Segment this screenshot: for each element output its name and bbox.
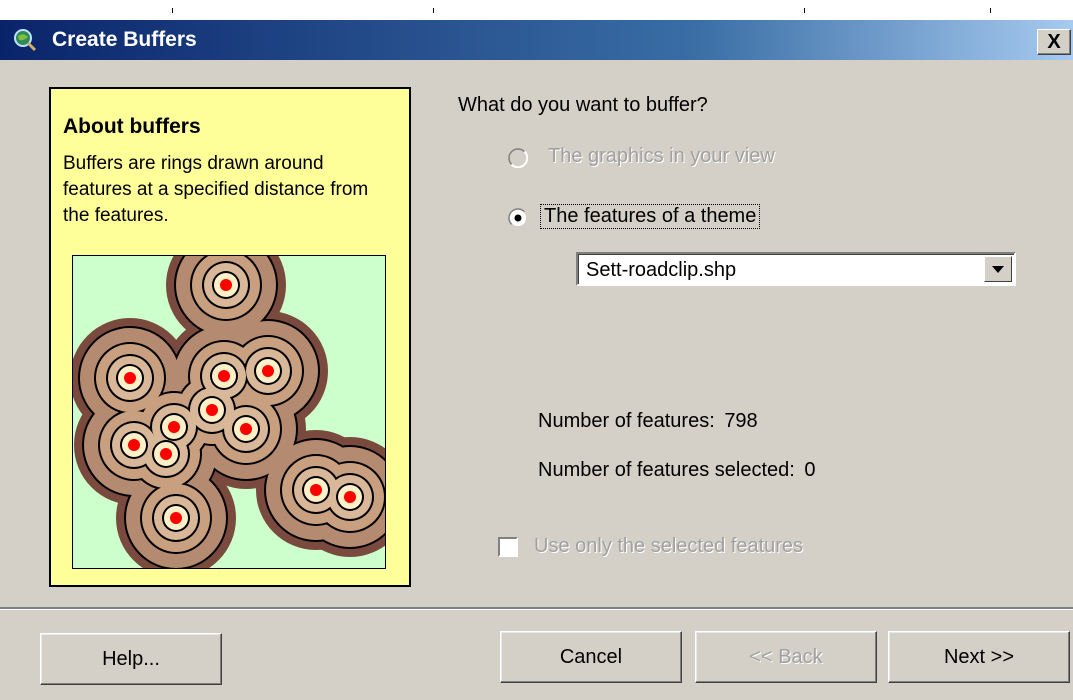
- feature-point: [220, 279, 232, 291]
- radio-features[interactable]: [508, 208, 528, 228]
- radio-features-label[interactable]: The features of a theme: [540, 204, 761, 229]
- strip-tick: [433, 8, 434, 13]
- dropdown-button[interactable]: [984, 256, 1012, 282]
- help-button[interactable]: Help...: [40, 633, 222, 685]
- strip-tick: [172, 8, 173, 13]
- features-count-row: Number of features: 798: [538, 410, 758, 433]
- theme-select-value: Sett-roadclip.shp: [586, 259, 737, 281]
- feature-point: [170, 512, 182, 524]
- use-selected-label[interactable]: Use only the selected features: [534, 535, 803, 558]
- background-strip: [0, 0, 1073, 20]
- feature-point: [262, 365, 274, 377]
- radio-graphics[interactable]: [508, 148, 528, 168]
- selected-count-row: Number of features selected: 0: [538, 459, 815, 482]
- strip-tick: [990, 8, 991, 13]
- features-count-label: Number of features:: [538, 410, 715, 432]
- globe-magnifier-icon: [14, 29, 37, 52]
- window-title: Create Buffers: [52, 28, 197, 51]
- next-button[interactable]: Next >>: [888, 631, 1070, 683]
- buffer-illustration: [72, 255, 386, 569]
- selected-count-value: 0: [804, 459, 816, 481]
- feature-point: [240, 423, 252, 435]
- feature-point: [124, 372, 136, 384]
- separator: [0, 607, 1073, 610]
- cancel-button[interactable]: Cancel: [500, 631, 682, 683]
- feature-point: [128, 439, 140, 451]
- feature-point: [344, 491, 356, 503]
- buffer-question: What do you want to buffer?: [458, 94, 708, 116]
- radio-graphics-label[interactable]: The graphics in your view: [548, 145, 775, 168]
- about-text: Buffers are rings drawn around features …: [63, 153, 369, 226]
- use-selected-checkbox[interactable]: [498, 537, 518, 557]
- theme-select[interactable]: Sett-roadclip.shp: [576, 252, 1016, 286]
- feature-point: [310, 484, 322, 496]
- back-button[interactable]: << Back: [695, 631, 877, 683]
- chevron-down-icon: [992, 266, 1004, 273]
- feature-point: [168, 421, 180, 433]
- feature-point: [206, 404, 218, 416]
- feature-point: [218, 370, 230, 382]
- title-bar: Create Buffers X: [0, 20, 1073, 60]
- close-button[interactable]: X: [1037, 29, 1071, 55]
- about-heading: About buffers: [63, 115, 201, 138]
- strip-tick: [804, 8, 805, 13]
- about-panel: About buffers Buffers are rings drawn ar…: [49, 87, 411, 587]
- features-count-value: 798: [724, 410, 758, 432]
- selected-count-label: Number of features selected:: [538, 459, 795, 481]
- feature-point: [160, 448, 172, 460]
